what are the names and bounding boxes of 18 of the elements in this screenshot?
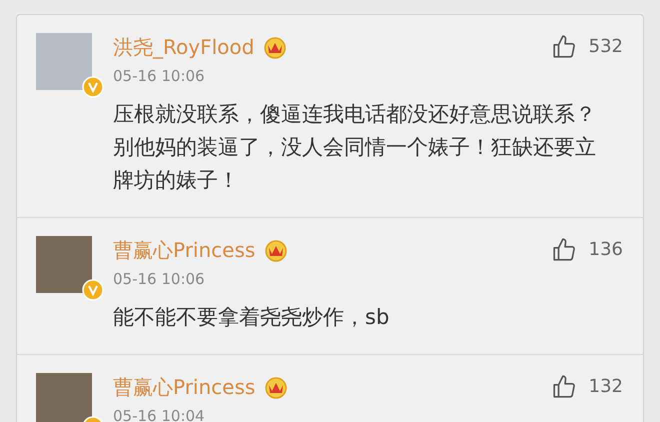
avatar-placeholder[interactable]	[36, 236, 92, 293]
thumbs-up-icon[interactable]	[551, 374, 577, 400]
user-name[interactable]: 曹赢心Princess	[113, 374, 256, 400]
thumbs-up-icon[interactable]	[551, 34, 577, 60]
comment-text: 能不能不要拿着尧尧炒作，sb	[113, 304, 390, 331]
like-count: 136	[588, 238, 623, 262]
crown-badge-icon	[263, 374, 290, 398]
comment-time: 05-16 10:04	[113, 406, 206, 422]
thumbs-up-icon[interactable]	[551, 236, 577, 262]
crown-badge-icon	[262, 34, 288, 58]
crown-badge-icon	[263, 238, 290, 262]
like-count: 132	[588, 375, 623, 399]
comment-time: 05-16 10:06	[113, 269, 206, 289]
user-name[interactable]: 洪尧_RoyFlood	[113, 34, 254, 60]
like-count: 532	[588, 35, 623, 59]
comment-time: 05-16 10:06	[113, 66, 206, 86]
user-name[interactable]: 曹赢心Princess	[113, 236, 256, 262]
comment-text: 压根就没联系，傻逼连我电话都没还好意思说联系？别他妈的装逼了，没人会同情一个婊子！狂缺还要立牌坊的婊子！	[113, 101, 597, 194]
